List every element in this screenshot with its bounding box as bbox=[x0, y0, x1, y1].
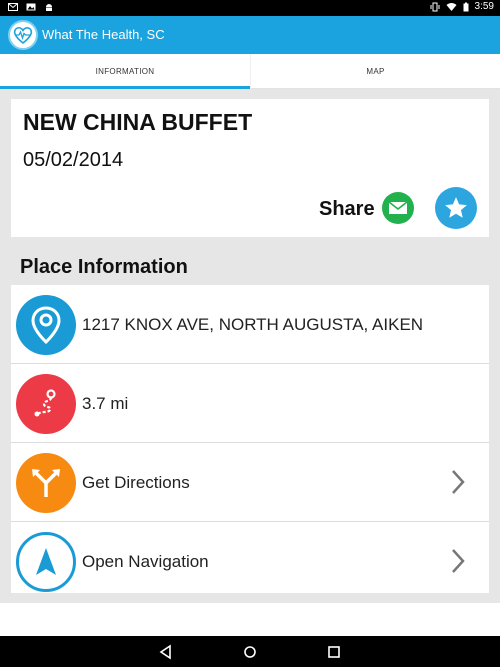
app-bar: What The Health, SC bbox=[0, 16, 500, 54]
tab-information[interactable]: INFORMATION bbox=[0, 54, 250, 89]
tab-map[interactable]: MAP bbox=[250, 54, 500, 89]
get-directions-row[interactable]: Get Directions bbox=[11, 443, 489, 522]
bottom-blank-area bbox=[0, 603, 500, 636]
status-bar: 3:59 bbox=[0, 0, 500, 16]
photo-icon bbox=[26, 3, 36, 11]
section-title: Place Information bbox=[20, 256, 188, 278]
wifi-icon bbox=[446, 2, 457, 11]
vibrate-icon bbox=[430, 2, 440, 11]
mail-icon bbox=[388, 201, 408, 214]
directions-icon-circle bbox=[16, 453, 76, 513]
battery-icon bbox=[463, 2, 469, 11]
place-header-card: NEW CHINA BUFFET 05/02/2014 Share bbox=[11, 99, 489, 237]
chevron-right-icon bbox=[452, 549, 465, 573]
status-system: 3:59 bbox=[430, 1, 494, 12]
distance-icon-circle bbox=[16, 374, 76, 434]
place-date: 05/02/2014 bbox=[23, 149, 124, 171]
get-directions-text: Get Directions bbox=[82, 473, 190, 492]
status-time: 3:59 bbox=[474, 1, 494, 12]
status-notifications bbox=[8, 2, 54, 12]
location-pin-icon bbox=[31, 306, 61, 345]
star-icon bbox=[445, 197, 467, 218]
open-navigation-row[interactable]: Open Navigation bbox=[11, 522, 489, 601]
directions-split-icon bbox=[32, 469, 60, 497]
place-name: NEW CHINA BUFFET bbox=[23, 109, 253, 135]
favorite-button[interactable] bbox=[435, 187, 477, 229]
tab-map-label: MAP bbox=[366, 67, 385, 76]
place-info-list: 1217 KNOX AVE, NORTH AUGUSTA, AIKEN 3.7 … bbox=[11, 285, 489, 593]
system-nav-bar bbox=[0, 636, 500, 667]
navigation-icon-circle bbox=[16, 532, 76, 592]
android-icon bbox=[46, 4, 52, 11]
content-area: NEW CHINA BUFFET 05/02/2014 Share Place … bbox=[0, 89, 500, 636]
tab-bar: INFORMATION MAP bbox=[0, 54, 500, 89]
address-text: 1217 KNOX AVE, NORTH AUGUSTA, AIKEN bbox=[82, 315, 424, 334]
tab-information-label: INFORMATION bbox=[95, 67, 155, 76]
gmail-icon bbox=[8, 3, 18, 11]
distance-row: 3.7 mi bbox=[11, 364, 489, 443]
back-icon[interactable] bbox=[157, 643, 175, 661]
home-icon[interactable] bbox=[241, 643, 259, 661]
recents-icon[interactable] bbox=[325, 643, 343, 661]
route-distance-icon bbox=[34, 389, 56, 417]
open-navigation-text: Open Navigation bbox=[82, 552, 209, 571]
app-title: What The Health, SC bbox=[42, 27, 165, 42]
distance-text: 3.7 mi bbox=[82, 394, 129, 413]
heart-pulse-icon bbox=[13, 27, 33, 45]
navigation-arrow-icon bbox=[36, 548, 56, 575]
share-mail-button[interactable] bbox=[382, 192, 414, 224]
chevron-right-icon bbox=[452, 470, 465, 494]
address-row: 1217 KNOX AVE, NORTH AUGUSTA, AIKEN bbox=[11, 285, 489, 364]
app-logo bbox=[8, 20, 38, 50]
share-label: Share bbox=[319, 198, 375, 220]
address-icon-circle bbox=[16, 295, 76, 355]
